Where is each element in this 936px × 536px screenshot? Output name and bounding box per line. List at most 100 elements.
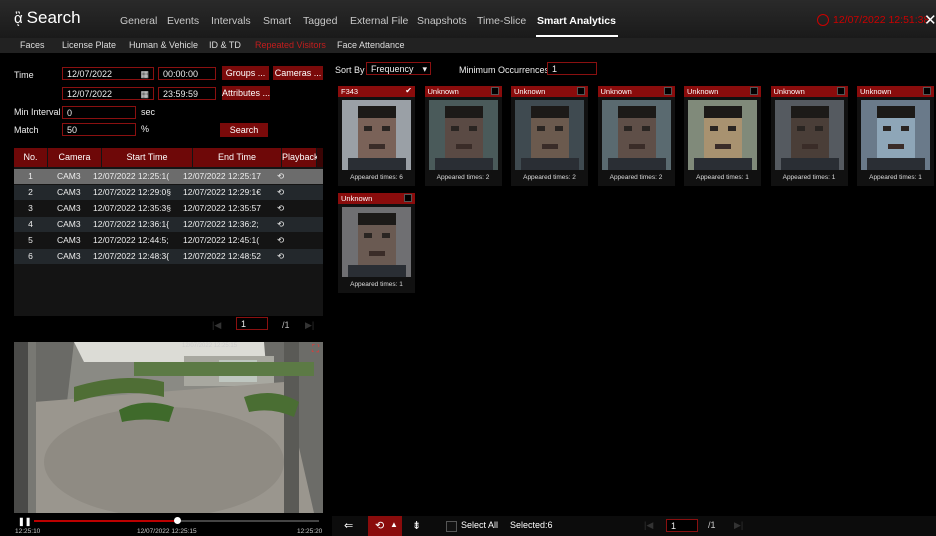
playback-icon[interactable]: ⟲: [277, 217, 284, 232]
sort-by-select[interactable]: Frequency ▾: [366, 62, 431, 75]
tab-smart-analytics[interactable]: Smart Analytics: [537, 15, 616, 27]
end-date-field[interactable]: 12/07/2022 ▦: [62, 87, 154, 100]
match-label: Match: [14, 125, 39, 135]
appeared-times: Appeared times: 1: [696, 174, 749, 181]
table-page-input[interactable]: 1: [236, 317, 268, 330]
calendar-icon[interactable]: ▦: [140, 68, 149, 79]
subtab-repeated-visitors[interactable]: Repeated Visitors: [255, 40, 326, 50]
face-card-checkbox[interactable]: [750, 87, 758, 95]
attributes-button[interactable]: Attributes ...: [222, 86, 270, 100]
table-row[interactable]: 5 CAM3 12/07/2022 12:44:5; 12/07/2022 12:45…: [14, 233, 323, 248]
face-card-name: F343: [338, 86, 415, 97]
time-label: Time: [14, 70, 34, 80]
min-interval-label: Min Interval: [14, 107, 61, 117]
appeared-times: Appeared times: 6: [350, 174, 403, 181]
face-card-checkbox[interactable]: [836, 87, 845, 95]
face-card[interactable]: Unknown Appeared times: 1: [338, 193, 415, 293]
camera-frame-image: [14, 342, 323, 513]
tab-snapshots[interactable]: Snapshots: [417, 15, 467, 27]
playback-timeline[interactable]: ❚❚ 12:25:10 12/07/2022 12:25:15 12:25:20: [14, 516, 323, 536]
end-time-field[interactable]: 23:59:59: [158, 87, 216, 100]
last-page-icon[interactable]: ▶|: [734, 520, 743, 531]
groups-button[interactable]: Groups ...: [222, 66, 269, 80]
face-thumbnail: [861, 100, 930, 170]
tab-smart[interactable]: Smart: [263, 15, 291, 27]
checkmark-icon[interactable]: ✔: [405, 86, 412, 95]
cameras-button[interactable]: Cameras ...: [273, 66, 323, 80]
timeline-current: 12/07/2022 12:25:15: [137, 528, 197, 535]
table-row[interactable]: 3 CAM3 12/07/2022 12:35:3§ 12/07/2022 12:35…: [14, 201, 323, 216]
face-card-checkbox[interactable]: [577, 87, 585, 95]
tab-general[interactable]: General: [120, 15, 157, 27]
playback-icon[interactable]: ⟲: [277, 185, 284, 200]
table-row[interactable]: 1 CAM3 12/07/2022 12:25:1(12/07/2022 12:25…: [14, 169, 323, 184]
table-row[interactable]: 2 CAM3 12/07/2022 12:29:0§ 12/07/2022 12:29…: [14, 185, 323, 200]
select-all-checkbox[interactable]: [446, 521, 457, 532]
table-row[interactable]: 6 CAM3 12/07/2022 12:48:3{12/07/2022 12:48…: [14, 249, 323, 264]
tab-tagged[interactable]: Tagged: [303, 15, 337, 27]
match-field[interactable]: 50: [62, 123, 136, 136]
pause-icon[interactable]: ❚❚: [18, 517, 31, 526]
face-card-checkbox[interactable]: [923, 87, 931, 95]
face-card-checkbox[interactable]: [404, 194, 412, 202]
playback-icon[interactable]: ⟲: [277, 201, 284, 216]
appeared-times: Appeared times: 2: [523, 174, 576, 181]
appeared-times: Appeared times: 2: [609, 174, 663, 181]
tab-external-file[interactable]: External File: [350, 15, 408, 27]
last-page-icon[interactable]: ▶|: [305, 320, 314, 331]
playback-icon[interactable]: ⟲: [277, 233, 284, 248]
table-header-playback: Playback: [282, 148, 319, 167]
tab-time-slice[interactable]: Time-Slice: [477, 15, 526, 27]
tab-intervals[interactable]: Intervals: [211, 15, 251, 27]
timeline-end: 12:25:20: [297, 528, 323, 535]
subtab-faces[interactable]: Faces: [20, 40, 45, 50]
min-occurrences-field[interactable]: 1: [547, 62, 597, 75]
close-icon[interactable]: ✕: [924, 11, 936, 29]
table-header-no: No.: [14, 148, 47, 167]
selected-count: Selected:6: [510, 520, 553, 530]
back-icon[interactable]: ⇐: [344, 519, 353, 532]
table-header-scroll: [317, 148, 323, 167]
subtab-human-vehicle[interactable]: Human & Vehicle: [129, 40, 198, 50]
start-time-field[interactable]: 00:00:00: [158, 67, 216, 80]
appeared-times: Appeared times: 1: [782, 174, 836, 181]
face-card[interactable]: Unknown Appeared times: 1: [684, 86, 761, 186]
first-page-icon[interactable]: |◀: [212, 320, 221, 331]
calendar-icon[interactable]: ▦: [140, 88, 149, 99]
face-card-checkbox[interactable]: [490, 87, 499, 95]
playback-icon[interactable]: ⟲: [277, 249, 284, 264]
face-thumbnail: [774, 100, 844, 170]
video-preview[interactable]: ⛶ 12/07/2022 12:25:15: [14, 342, 323, 513]
face-card[interactable]: Unknown Appeared times: 1: [770, 86, 848, 186]
face-card[interactable]: Unknown Appeared times: 1: [857, 86, 934, 186]
subtab-id-td[interactable]: ID & TD: [209, 40, 241, 50]
subtab-license-plate[interactable]: License Plate: [62, 40, 116, 50]
export-icon[interactable]: ⇟: [412, 519, 421, 532]
select-all-label: Select All: [461, 520, 499, 530]
search-button[interactable]: Search: [220, 123, 268, 137]
dropdown-arrow-icon[interactable]: ▲: [390, 520, 398, 529]
start-date-field[interactable]: 12/07/2022 ▦: [62, 67, 154, 80]
playback-icon[interactable]: ⟲: [277, 169, 284, 184]
face-card[interactable]: Unknown Appeared times: 2: [424, 86, 502, 186]
timeline-start: 12:25:10: [15, 528, 41, 535]
face-card-checkbox[interactable]: [663, 87, 672, 95]
tab-events[interactable]: Events: [167, 15, 199, 27]
min-interval-field[interactable]: 0: [62, 106, 136, 119]
datetime: 12/07/2022 12:51:38: [833, 14, 930, 26]
face-card[interactable]: Unknown Appeared times: 2: [597, 86, 675, 186]
face-card[interactable]: F343 ✔ Appeared times: 6: [338, 86, 415, 186]
timeline-handle[interactable]: [173, 517, 181, 524]
subtab-face-attendance[interactable]: Face Attendance: [337, 40, 405, 50]
face-card[interactable]: Unknown Appeared times: 2: [511, 86, 588, 186]
faces-page-input[interactable]: 1: [666, 519, 698, 532]
match-unit: %: [141, 124, 150, 134]
fullscreen-icon[interactable]: ⛶: [312, 344, 319, 355]
table-row[interactable]: 4 CAM3 12/07/2022 12:36:1{12/07/2022 12:36…: [14, 217, 323, 232]
bottom-toolbar: ⇐ ⟲ ▲ ⇟ Select All Selected:6 |◀ 1 /1 ▶|: [332, 516, 936, 536]
face-thumbnail: [428, 100, 498, 170]
playback-icon: ⟲: [375, 520, 385, 532]
face-thumbnail: [515, 100, 584, 170]
first-page-icon[interactable]: |◀: [644, 520, 653, 531]
results-table: No. Camera Start Time End Time Playback …: [14, 148, 323, 316]
